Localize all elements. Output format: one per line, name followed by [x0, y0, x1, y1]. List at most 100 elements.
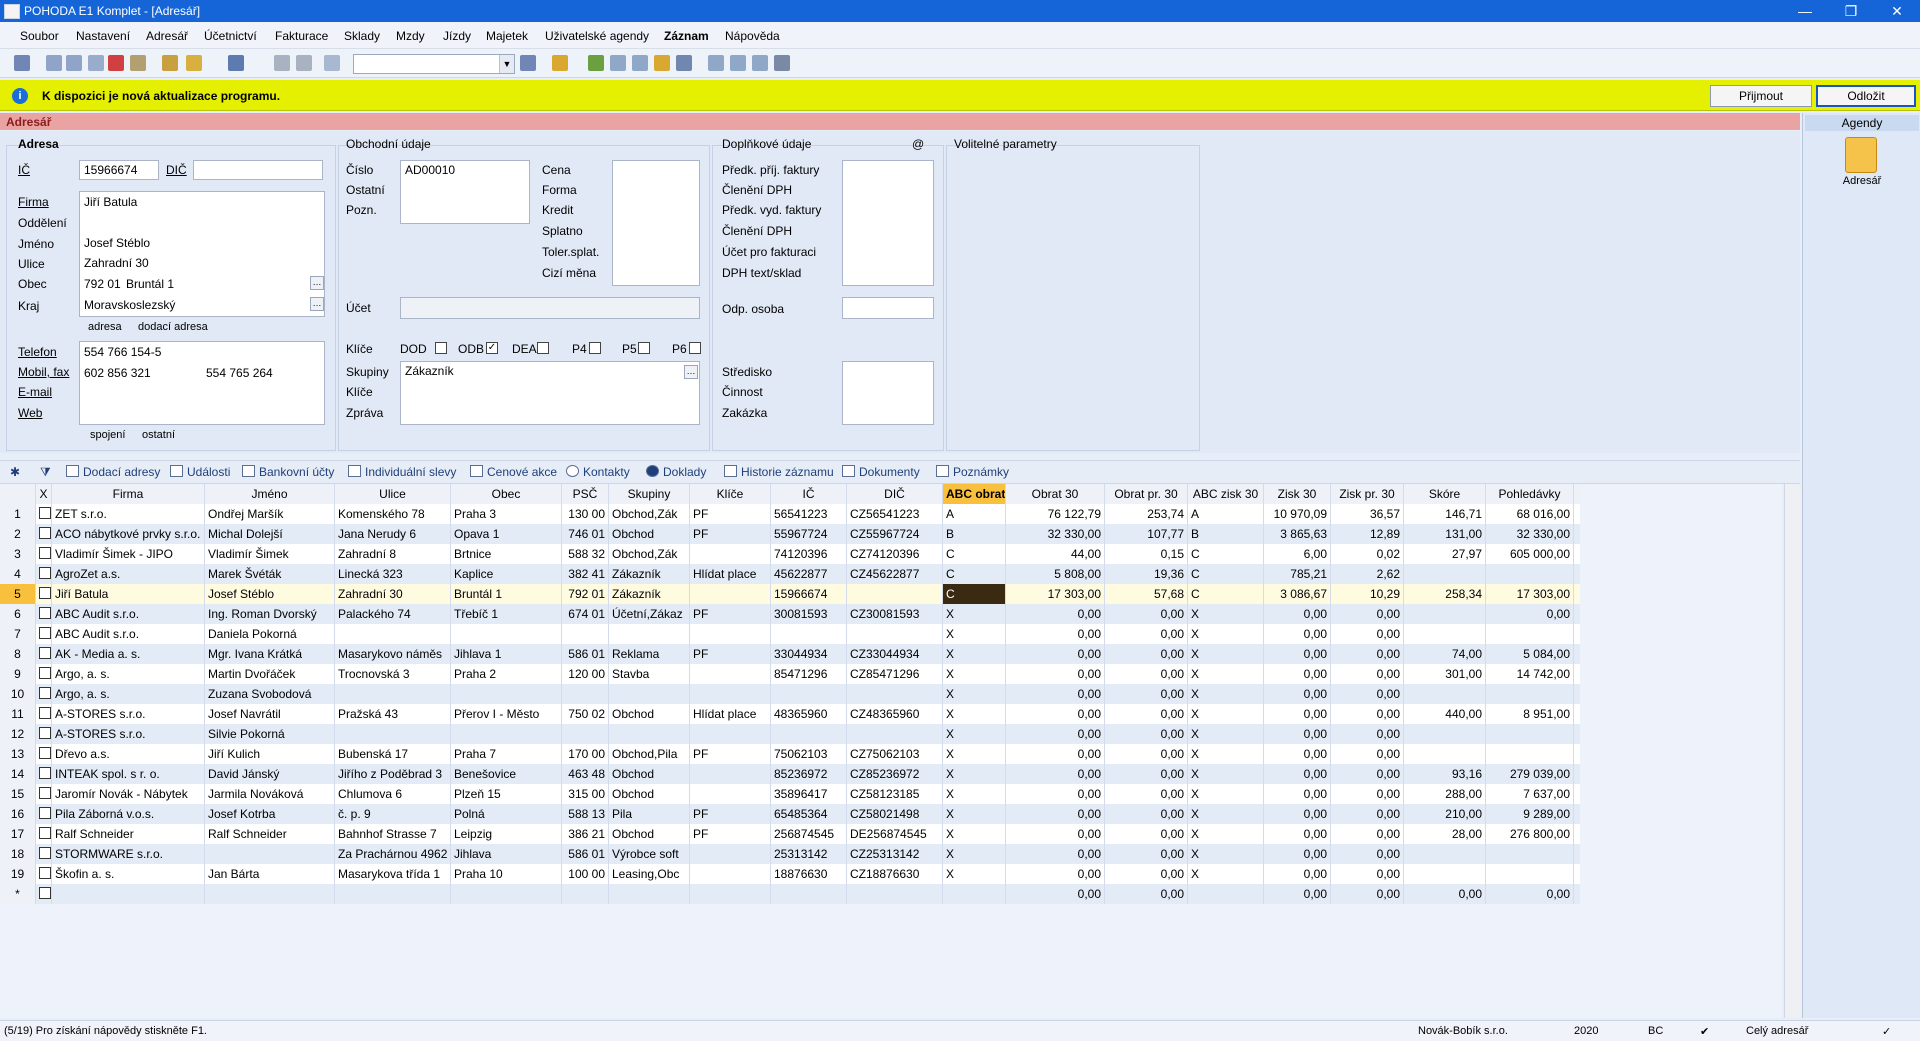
cell-abc-zisk[interactable] [1188, 884, 1264, 904]
cell-zisk[interactable]: 0,00 [1264, 804, 1331, 824]
toolbar-delete-icon[interactable] [296, 55, 312, 71]
cell-zisk[interactable]: 785,21 [1264, 564, 1331, 584]
table-row[interactable]: 3 Vladimír Šimek - JIPO Vladimír Šimek Zahr… [0, 544, 1580, 564]
row-checkbox[interactable] [36, 804, 52, 824]
cell-pohledavky[interactable]: 7 637,00 [1486, 784, 1574, 804]
row-number[interactable]: 4 [0, 564, 36, 584]
cell-obec[interactable] [451, 724, 562, 744]
cell-abc-obrat[interactable]: B [943, 524, 1006, 544]
column-header-ic[interactable]: IČ [771, 484, 847, 504]
cell-klice[interactable] [690, 884, 771, 904]
cell-skupiny[interactable]: Obchod,Zák [609, 544, 690, 564]
cell-zisk[interactable]: 3 865,63 [1264, 524, 1331, 544]
cell-psc[interactable] [562, 724, 609, 744]
cell-obrat-pr[interactable]: 0,00 [1105, 884, 1188, 904]
cell-psc[interactable]: 100 00 [562, 864, 609, 884]
row-checkbox[interactable] [36, 824, 52, 844]
toolbar-export-icon[interactable] [130, 55, 146, 71]
cell-ic[interactable]: 55967724 [771, 524, 847, 544]
toolbar-form-icon[interactable] [730, 55, 746, 71]
cell-klice[interactable]: PF [690, 644, 771, 664]
column-header-skupiny[interactable]: Skupiny [609, 484, 690, 504]
cell-ulice[interactable]: Masarykovo náměs [335, 644, 451, 664]
cell-dic[interactable]: CZ45622877 [847, 564, 943, 584]
cell-dic[interactable]: DE256874545 [847, 824, 943, 844]
cell-ic[interactable] [771, 684, 847, 704]
row-number[interactable]: 17 [0, 824, 36, 844]
table-row[interactable]: 8 AK - Media a. s. Mgr. Ivana Krátká Masary… [0, 644, 1580, 664]
cell-pohledavky[interactable]: 8 951,00 [1486, 704, 1574, 724]
cell-obrat-pr[interactable]: 57,68 [1105, 584, 1188, 604]
cell-ic[interactable]: 48365960 [771, 704, 847, 724]
cell-abc-obrat[interactable]: X [943, 724, 1006, 744]
row-number[interactable]: 18 [0, 844, 36, 864]
tab-kontakty[interactable]: Kontakty [566, 465, 630, 479]
cell-psc[interactable]: 588 32 [562, 544, 609, 564]
cell-obec[interactable]: Praha 2 [451, 664, 562, 684]
cell-pohledavky[interactable] [1486, 624, 1574, 644]
toolbar-copy-icon[interactable] [88, 55, 104, 71]
cell-psc[interactable]: 792 01 [562, 584, 609, 604]
cell-pohledavky[interactable] [1486, 844, 1574, 864]
cell-psc[interactable]: 586 01 [562, 644, 609, 664]
cell-zisk[interactable]: 0,00 [1264, 884, 1331, 904]
cell-psc[interactable] [562, 624, 609, 644]
cell-pohledavky[interactable]: 14 742,00 [1486, 664, 1574, 684]
cell-abc-zisk[interactable]: X [1188, 864, 1264, 884]
cell-obrat-pr[interactable]: 0,00 [1105, 724, 1188, 744]
cell-firma[interactable]: Ralf Schneider [52, 824, 205, 844]
cell-obrat[interactable]: 17 303,00 [1006, 584, 1105, 604]
kraj-picker-button[interactable]: … [310, 297, 324, 311]
table-row[interactable]: 12 A-STORES s.r.o. Silvie Pokorná X 0,00 0,00… [0, 724, 1580, 744]
cell-obec[interactable]: Benešovice [451, 764, 562, 784]
cell-skore[interactable]: 74,00 [1404, 644, 1486, 664]
cell-pohledavky[interactable]: 0,00 [1486, 884, 1574, 904]
cell-obrat[interactable]: 0,00 [1006, 884, 1105, 904]
row-number[interactable]: 9 [0, 664, 36, 684]
cell-psc[interactable]: 750 02 [562, 704, 609, 724]
address-book-icon[interactable] [1845, 137, 1877, 173]
tab-cenove-akce[interactable]: Cenové akce [470, 465, 557, 479]
cell-obrat-pr[interactable]: 0,00 [1105, 784, 1188, 804]
cell-jmeno[interactable] [205, 884, 335, 904]
cell-obec[interactable] [451, 684, 562, 704]
row-checkbox[interactable] [36, 584, 52, 604]
cell-jmeno[interactable]: Jan Bárta [205, 864, 335, 884]
dod-checkbox[interactable] [435, 342, 447, 354]
table-row[interactable]: 13 Dřevo a.s. Jiří Kulich Bubenská 17 Praha … [0, 744, 1580, 764]
checkbox-box[interactable] [39, 687, 51, 699]
cell-zisk-pr[interactable]: 0,00 [1331, 704, 1404, 724]
cell-abc-obrat[interactable]: X [943, 744, 1006, 764]
cell-dic[interactable]: CZ18876630 [847, 864, 943, 884]
cell-zisk[interactable]: 0,00 [1264, 704, 1331, 724]
row-number[interactable]: 7 [0, 624, 36, 644]
cell-obrat[interactable]: 44,00 [1006, 544, 1105, 564]
cell-obec[interactable]: Leipzig [451, 824, 562, 844]
cell-skore[interactable] [1404, 624, 1486, 644]
column-header-klice[interactable]: Klíče [690, 484, 771, 504]
checkbox-box[interactable] [39, 827, 51, 839]
column-header-pohledavky[interactable]: Pohledávky [1486, 484, 1574, 504]
row-checkbox[interactable] [36, 504, 52, 524]
cell-ic[interactable]: 74120396 [771, 544, 847, 564]
obec-picker-button[interactable]: … [310, 276, 324, 290]
row-checkbox[interactable] [36, 704, 52, 724]
cell-abc-obrat[interactable] [943, 884, 1006, 904]
cell-ic[interactable] [771, 624, 847, 644]
cell-klice[interactable] [690, 624, 771, 644]
obec-field[interactable]: Bruntál 1 [126, 277, 174, 291]
toolbar-filter-icon[interactable] [520, 55, 536, 71]
row-checkbox[interactable] [36, 844, 52, 864]
cell-skupiny[interactable]: Obchod [609, 524, 690, 544]
cell-firma[interactable]: AK - Media a. s. [52, 644, 205, 664]
checkbox-box[interactable] [39, 607, 51, 619]
cell-psc[interactable]: 130 00 [562, 504, 609, 524]
cell-zisk-pr[interactable]: 0,00 [1331, 864, 1404, 884]
menu-napoveda[interactable]: Nápověda [725, 29, 780, 43]
table-row[interactable]: 6 ABC Audit s.r.o. Ing. Roman Dvorský Palac… [0, 604, 1580, 624]
column-header-zisk-pr[interactable]: Zisk pr. 30 [1331, 484, 1404, 504]
cell-psc[interactable]: 386 21 [562, 824, 609, 844]
mobil-field[interactable]: 602 856 321 [84, 366, 151, 380]
cell-jmeno[interactable]: Ralf Schneider [205, 824, 335, 844]
telefon-field[interactable]: 554 766 154-5 [84, 345, 161, 359]
